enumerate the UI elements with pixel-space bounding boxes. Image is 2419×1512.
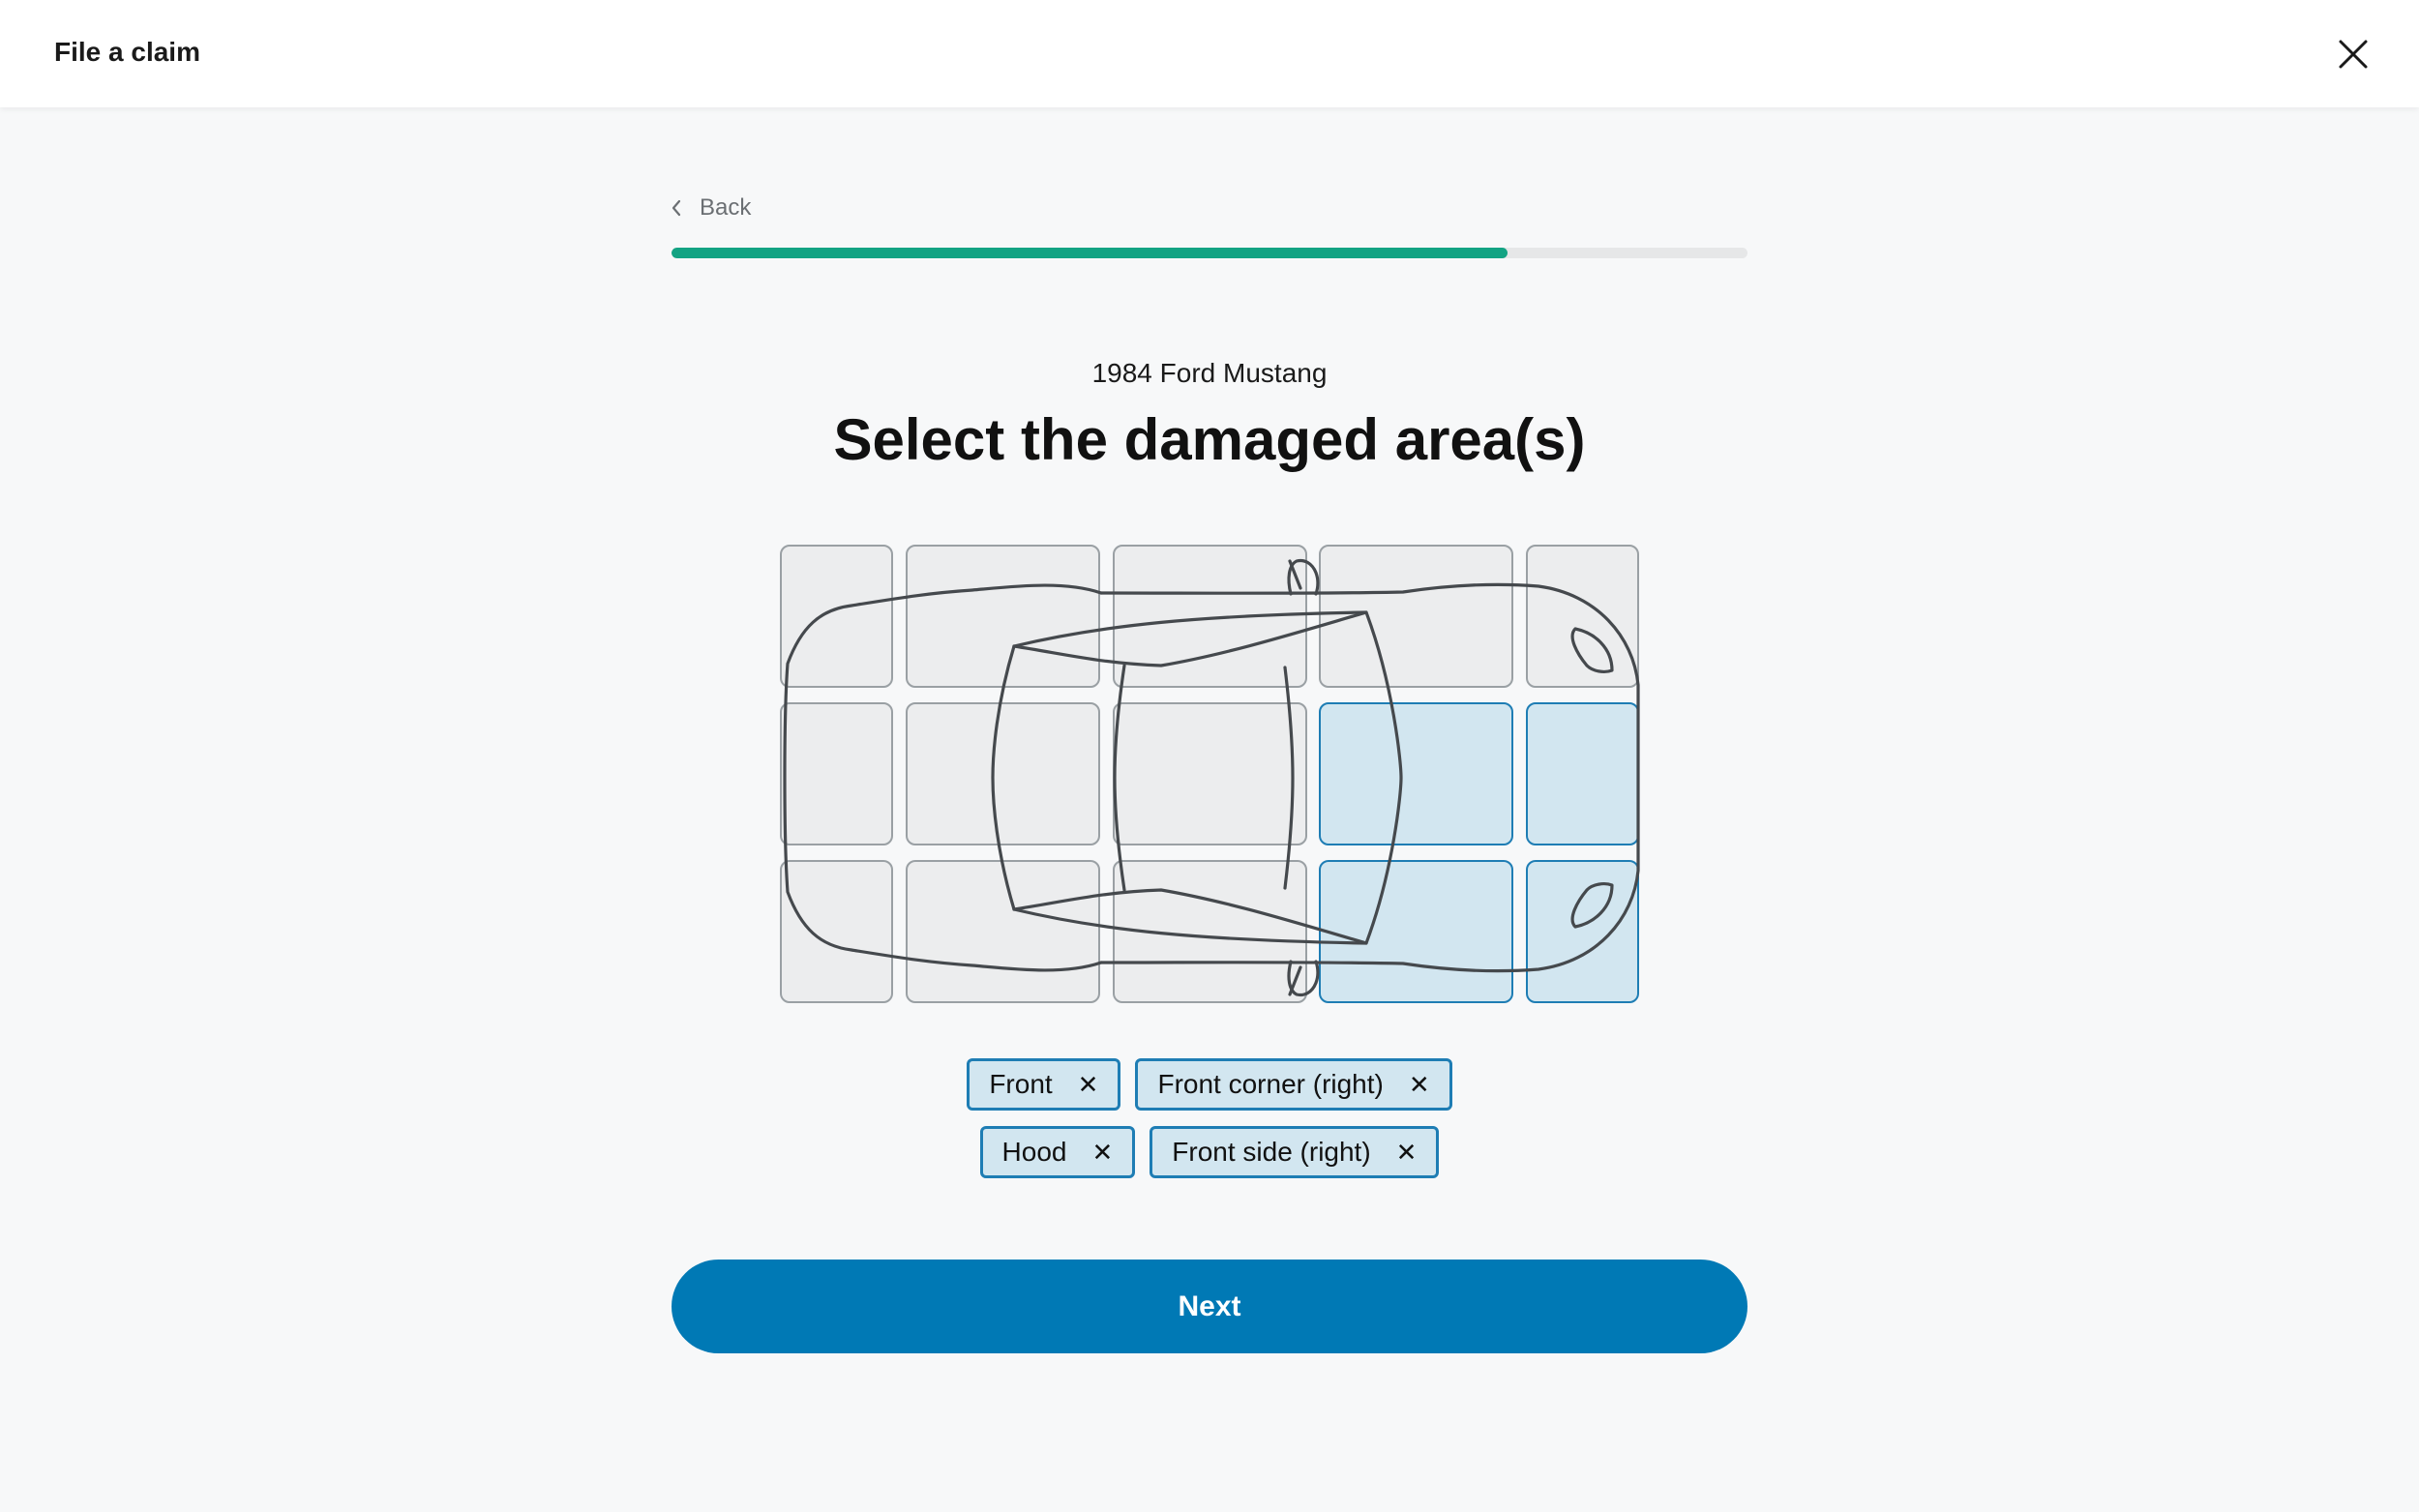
damage-cell-r3c2[interactable] [906, 860, 1100, 1003]
chip-label: Front side (right) [1172, 1137, 1371, 1167]
progress-fill [672, 248, 1508, 258]
chip-label: Hood [1001, 1137, 1067, 1167]
damage-cell-front-side-right[interactable] [1319, 860, 1513, 1003]
damage-area-selector [774, 540, 1645, 1016]
chevron-left-icon [672, 199, 681, 217]
damage-cell-r3c3[interactable] [1113, 860, 1307, 1003]
damage-cell-r1c1[interactable] [780, 545, 893, 688]
chip-row-2: Hood ✕ Front side (right) ✕ [0, 1126, 2419, 1178]
close-icon[interactable]: ✕ [1409, 1072, 1430, 1097]
top-bar: File a claim [0, 0, 2419, 107]
damage-cell-front-corner-right[interactable] [1526, 860, 1639, 1003]
close-icon [2339, 40, 2368, 69]
next-button[interactable]: Next [672, 1260, 1747, 1353]
back-button[interactable]: Back [671, 191, 751, 225]
damage-cell-front[interactable] [1526, 702, 1639, 845]
damage-cell-r1c5[interactable] [1526, 545, 1639, 688]
selected-areas: Front ✕ Front corner (right) ✕ Hood ✕ Fr… [0, 1058, 2419, 1194]
damage-cell-r1c4[interactable] [1319, 545, 1513, 688]
page-title: Select the damaged area(s) [833, 407, 1586, 472]
close-button[interactable] [2332, 33, 2374, 75]
progress-bar [672, 248, 1747, 258]
damage-cell-r2c2[interactable] [906, 702, 1100, 845]
chip-row-1: Front ✕ Front corner (right) ✕ [0, 1058, 2419, 1111]
chip-front-side-right[interactable]: Front side (right) ✕ [1150, 1126, 1440, 1178]
chip-label: Front corner (right) [1157, 1069, 1384, 1099]
damage-cell-hood[interactable] [1319, 702, 1513, 845]
damage-cell-r2c3[interactable] [1113, 702, 1307, 845]
damage-cell-r2c1[interactable] [780, 702, 893, 845]
chip-label: Front [989, 1069, 1053, 1099]
damage-cell-r3c1[interactable] [780, 860, 893, 1003]
chip-hood[interactable]: Hood ✕ [979, 1126, 1136, 1178]
damage-cell-r1c2[interactable] [906, 545, 1100, 688]
close-icon[interactable]: ✕ [1091, 1140, 1113, 1165]
close-icon[interactable]: ✕ [1078, 1072, 1099, 1097]
page-header-title: File a claim [54, 37, 200, 67]
damage-cell-r1c3[interactable] [1113, 545, 1307, 688]
back-label: Back [700, 194, 752, 221]
vehicle-name: 1984 Ford Mustang [1091, 358, 1328, 388]
chip-front[interactable]: Front ✕ [967, 1058, 1121, 1111]
close-icon[interactable]: ✕ [1396, 1140, 1418, 1165]
chip-front-corner-right[interactable]: Front corner (right) ✕ [1135, 1058, 1452, 1111]
